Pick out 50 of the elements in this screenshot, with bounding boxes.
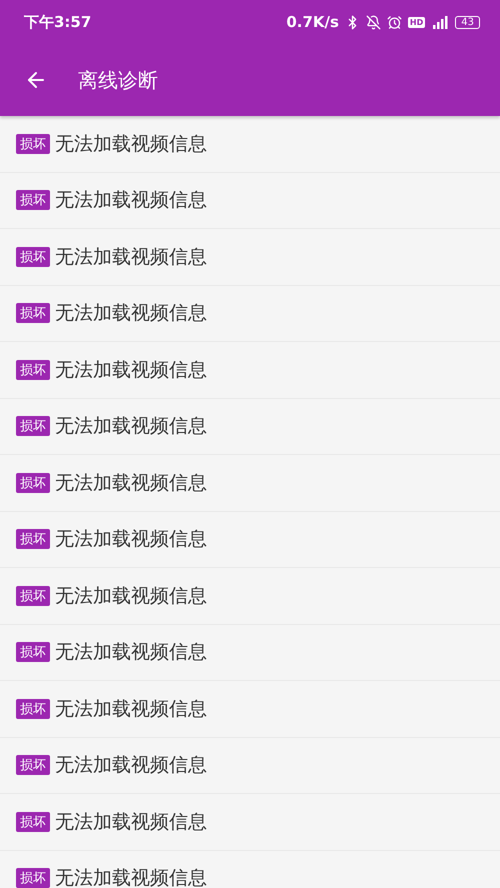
list-item[interactable]: 损坏 无法加载视频信息 [0, 568, 500, 624]
status-tag: 损坏 [16, 755, 50, 776]
signal-icon [431, 15, 450, 29]
list-item[interactable]: 损坏 无法加载视频信息 [0, 455, 500, 512]
list-item[interactable]: 损坏 无法加载视频信息 [0, 172, 500, 229]
status-tag: 损坏 [16, 416, 50, 436]
item-text: 无法加载视频信息 [55, 527, 207, 552]
list-item[interactable]: 损坏 无法加载视频信息 [0, 398, 500, 455]
bell-off-icon [366, 14, 381, 30]
list-item[interactable]: 损坏 无法加载视频信息 [0, 286, 500, 342]
list-item[interactable]: 损坏 无法加载视频信息 [0, 512, 500, 568]
status-tag: 损坏 [16, 868, 50, 888]
list-item[interactable]: 损坏 无法加载视频信息 [0, 342, 500, 398]
item-text: 无法加载视频信息 [55, 810, 207, 835]
item-text: 无法加载视频信息 [55, 301, 207, 326]
item-text: 无法加载视频信息 [55, 358, 207, 383]
status-tag: 损坏 [16, 698, 50, 719]
status-tag: 损坏 [16, 246, 50, 267]
item-text: 无法加载视频信息 [55, 244, 207, 270]
status-tag: 损坏 [16, 642, 50, 662]
hd-indicator: HD [408, 16, 426, 28]
status-tag: 损坏 [16, 303, 50, 324]
item-text: 无法加载视频信息 [55, 132, 207, 157]
status-tag: 损坏 [16, 360, 50, 380]
status-time: 下午3:57 [24, 12, 92, 32]
status-tag: 损坏 [16, 586, 50, 606]
item-text: 无法加载视频信息 [55, 753, 207, 778]
list-item[interactable]: 损坏 无法加载视频信息 [0, 624, 500, 681]
item-text: 无法加载视频信息 [55, 866, 207, 888]
alarm-icon [386, 14, 402, 30]
item-text: 无法加载视频信息 [55, 696, 207, 722]
status-tag: 损坏 [16, 472, 50, 493]
item-text: 无法加载视频信息 [55, 640, 207, 666]
status-tag: 损坏 [16, 134, 50, 154]
status-tag: 损坏 [16, 529, 50, 550]
item-text: 无法加载视频信息 [55, 188, 207, 214]
item-text: 无法加载视频信息 [55, 584, 207, 609]
status-tag: 损坏 [16, 190, 50, 210]
list-item[interactable]: 损坏 无法加载视频信息 [0, 738, 500, 794]
network-speed: 0.7K/s [286, 13, 339, 31]
list-item[interactable]: 损坏 无法加载视频信息 [0, 794, 500, 850]
battery-level: 43 [455, 16, 480, 28]
status-tag: 损坏 [16, 812, 50, 832]
list-item[interactable]: 损坏 无法加载视频信息 [0, 681, 500, 738]
list-item[interactable]: 损坏 无法加载视频信息 [0, 229, 500, 286]
list-item[interactable]: 损坏 无法加载视频信息 [0, 850, 500, 888]
page-title: 离线诊断 [78, 66, 158, 94]
item-text: 无法加载视频信息 [55, 414, 207, 440]
list-item[interactable]: 损坏 无法加载视频信息 [0, 116, 500, 172]
item-text: 无法加载视频信息 [55, 470, 207, 496]
